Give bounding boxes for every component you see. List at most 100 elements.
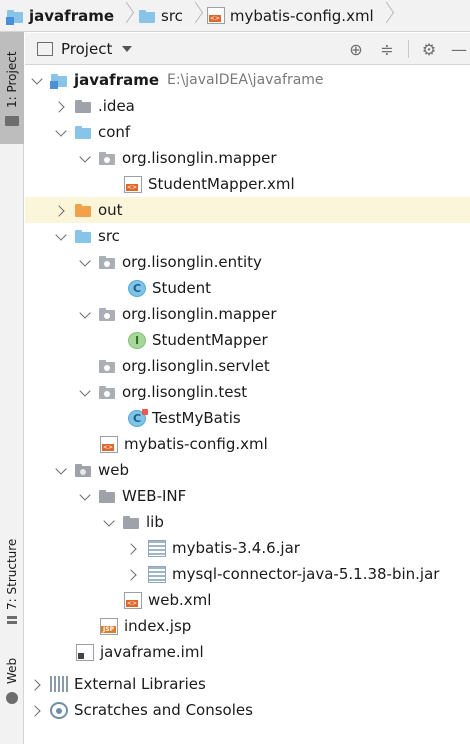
tree-row-entity-package[interactable]: org.lisonglin.entity xyxy=(25,249,470,275)
tree-row-mybatis-jar[interactable]: mybatis-3.4.6.jar xyxy=(25,535,470,561)
source-folder-icon xyxy=(138,7,156,25)
expand-arrow-icon[interactable] xyxy=(78,489,92,503)
tree-label: org.lisonglin.servlet xyxy=(122,357,270,375)
tree-label: org.lisonglin.mapper xyxy=(122,149,277,167)
expand-arrow-icon[interactable] xyxy=(54,463,68,477)
breadcrumb-item-src[interactable]: src xyxy=(138,0,183,31)
folder-icon xyxy=(122,513,140,531)
tree-label: src xyxy=(98,227,120,245)
tree-label: web xyxy=(98,461,130,479)
tree-label: index.jsp xyxy=(124,617,192,635)
tree-row-web[interactable]: web xyxy=(25,457,470,483)
project-tool-tab[interactable]: 1: Project xyxy=(0,32,24,144)
project-view-icon xyxy=(37,41,53,56)
web-xml-icon: <> xyxy=(124,591,142,609)
package-icon xyxy=(98,357,116,375)
expand-arrow-icon[interactable] xyxy=(54,125,68,139)
tree-label: .idea xyxy=(98,97,135,115)
tree-label: StudentMapper xyxy=(152,331,268,349)
breadcrumb-label: javaframe xyxy=(29,6,115,25)
project-tree: javaframe E:\javaIDEA\javaframe .idea co… xyxy=(25,66,470,744)
tree-row-lib[interactable]: lib xyxy=(25,509,470,535)
tree-row-studentmapper-interface[interactable]: I StudentMapper xyxy=(25,327,470,353)
libraries-icon xyxy=(50,676,68,692)
collapse-arrow-icon[interactable] xyxy=(126,567,140,581)
iml-file-icon xyxy=(76,643,94,661)
tree-row-test-package[interactable]: org.lisonglin.test xyxy=(25,379,470,405)
tree-row-scratches[interactable]: Scratches and Consoles xyxy=(25,697,470,723)
jsp-file-icon: JSP xyxy=(100,617,118,635)
tree-row-javaframe[interactable]: javaframe E:\javaIDEA\javaframe xyxy=(25,67,470,93)
project-tab-label: 1: Project xyxy=(5,51,19,108)
expand-arrow-icon[interactable] xyxy=(78,385,92,399)
tree-row-mybatis-config[interactable]: <> mybatis-config.xml xyxy=(25,431,470,457)
tree-row-testmybatis[interactable]: C TestMyBatis xyxy=(25,405,470,431)
tree-row-src-mapper-package[interactable]: org.lisonglin.mapper xyxy=(25,301,470,327)
collapse-arrow-icon[interactable] xyxy=(54,203,68,217)
breadcrumb-item-javaframe[interactable]: javaframe xyxy=(6,0,115,31)
tree-row-out[interactable]: out xyxy=(25,197,470,223)
structure-tab-icon xyxy=(7,616,17,626)
tree-label: mysql-connector-java-5.1.38-bin.jar xyxy=(172,565,440,583)
settings-gear-icon[interactable]: ⚙ xyxy=(420,40,438,59)
tree-row-student-class[interactable]: C Student xyxy=(25,275,470,301)
locate-icon[interactable]: ⊕ xyxy=(347,40,365,59)
tree-label: javaframe xyxy=(74,71,160,89)
tree-row-javaframe-iml[interactable]: javaframe.iml xyxy=(25,639,470,665)
tree-row-conf[interactable]: conf xyxy=(25,119,470,145)
source-folder-icon xyxy=(74,227,92,245)
tree-row-src[interactable]: src xyxy=(25,223,470,249)
breadcrumb-item-mybatis-config[interactable]: <> mybatis-config.xml xyxy=(206,0,374,31)
collapse-all-icon[interactable]: ≑ xyxy=(378,40,396,59)
package-icon xyxy=(98,383,116,401)
collapse-arrow-icon[interactable] xyxy=(126,541,140,555)
web-tool-tab[interactable]: Web xyxy=(0,654,24,722)
tree-row-servlet-package[interactable]: org.lisonglin.servlet xyxy=(25,353,470,379)
web-folder-icon xyxy=(74,461,92,479)
expand-arrow-icon[interactable] xyxy=(78,307,92,321)
expand-arrow-icon[interactable] xyxy=(102,515,116,529)
package-icon xyxy=(98,149,116,167)
tree-row-external-libraries[interactable]: External Libraries xyxy=(25,671,470,697)
expand-arrow-icon[interactable] xyxy=(78,151,92,165)
tree-label: org.lisonglin.entity xyxy=(122,253,262,271)
test-class-glyph: C xyxy=(132,411,142,425)
tree-row-conf-mapper-package[interactable]: org.lisonglin.mapper xyxy=(25,145,470,171)
chevron-down-icon[interactable] xyxy=(122,45,133,52)
collapse-arrow-icon[interactable] xyxy=(30,677,44,691)
breadcrumb-separator xyxy=(189,0,203,31)
module-folder-icon xyxy=(6,7,24,25)
collapse-arrow-icon[interactable] xyxy=(30,703,44,717)
hide-icon[interactable]: — xyxy=(450,40,468,59)
resource-folder-icon xyxy=(74,123,92,141)
tree-row-studentmapper-xml[interactable]: <> StudentMapper.xml xyxy=(25,171,470,197)
tree-row-mysql-connector-jar[interactable]: mysql-connector-java-5.1.38-bin.jar xyxy=(25,561,470,587)
tree-label: out xyxy=(98,201,123,219)
tree-row-web-xml[interactable]: <> web.xml xyxy=(25,587,470,613)
xml-file-icon: <> xyxy=(206,7,225,24)
tree-row-index-jsp[interactable]: JSP index.jsp xyxy=(25,613,470,639)
tree-row-idea[interactable]: .idea xyxy=(25,93,470,119)
project-tab-icon xyxy=(5,116,19,126)
collapse-arrow-icon[interactable] xyxy=(54,99,68,113)
module-folder-icon xyxy=(50,71,68,89)
tree-label: conf xyxy=(98,123,131,141)
jar-icon xyxy=(148,539,166,557)
expand-arrow-icon[interactable] xyxy=(54,229,68,243)
panel-title[interactable]: Project xyxy=(61,40,112,58)
tree-label: Scratches and Consoles xyxy=(74,701,253,719)
folder-icon xyxy=(98,487,116,505)
test-class-icon: C xyxy=(128,408,148,427)
expand-arrow-icon[interactable] xyxy=(78,255,92,269)
project-panel-header: Project ⊕ ≑ ⚙ — xyxy=(25,33,470,65)
tree-row-web-inf[interactable]: WEB-INF xyxy=(25,483,470,509)
tree-label: External Libraries xyxy=(74,675,206,693)
interface-icon: I xyxy=(128,331,146,349)
tree-label: TestMyBatis xyxy=(152,409,241,427)
expand-arrow-icon[interactable] xyxy=(30,73,44,87)
breadcrumb-separator xyxy=(380,0,394,31)
structure-tool-tab[interactable]: 7: Structure xyxy=(0,532,24,636)
header-divider xyxy=(408,40,409,58)
tree-label: web.xml xyxy=(148,591,212,609)
breadcrumb-label: src xyxy=(161,6,183,25)
